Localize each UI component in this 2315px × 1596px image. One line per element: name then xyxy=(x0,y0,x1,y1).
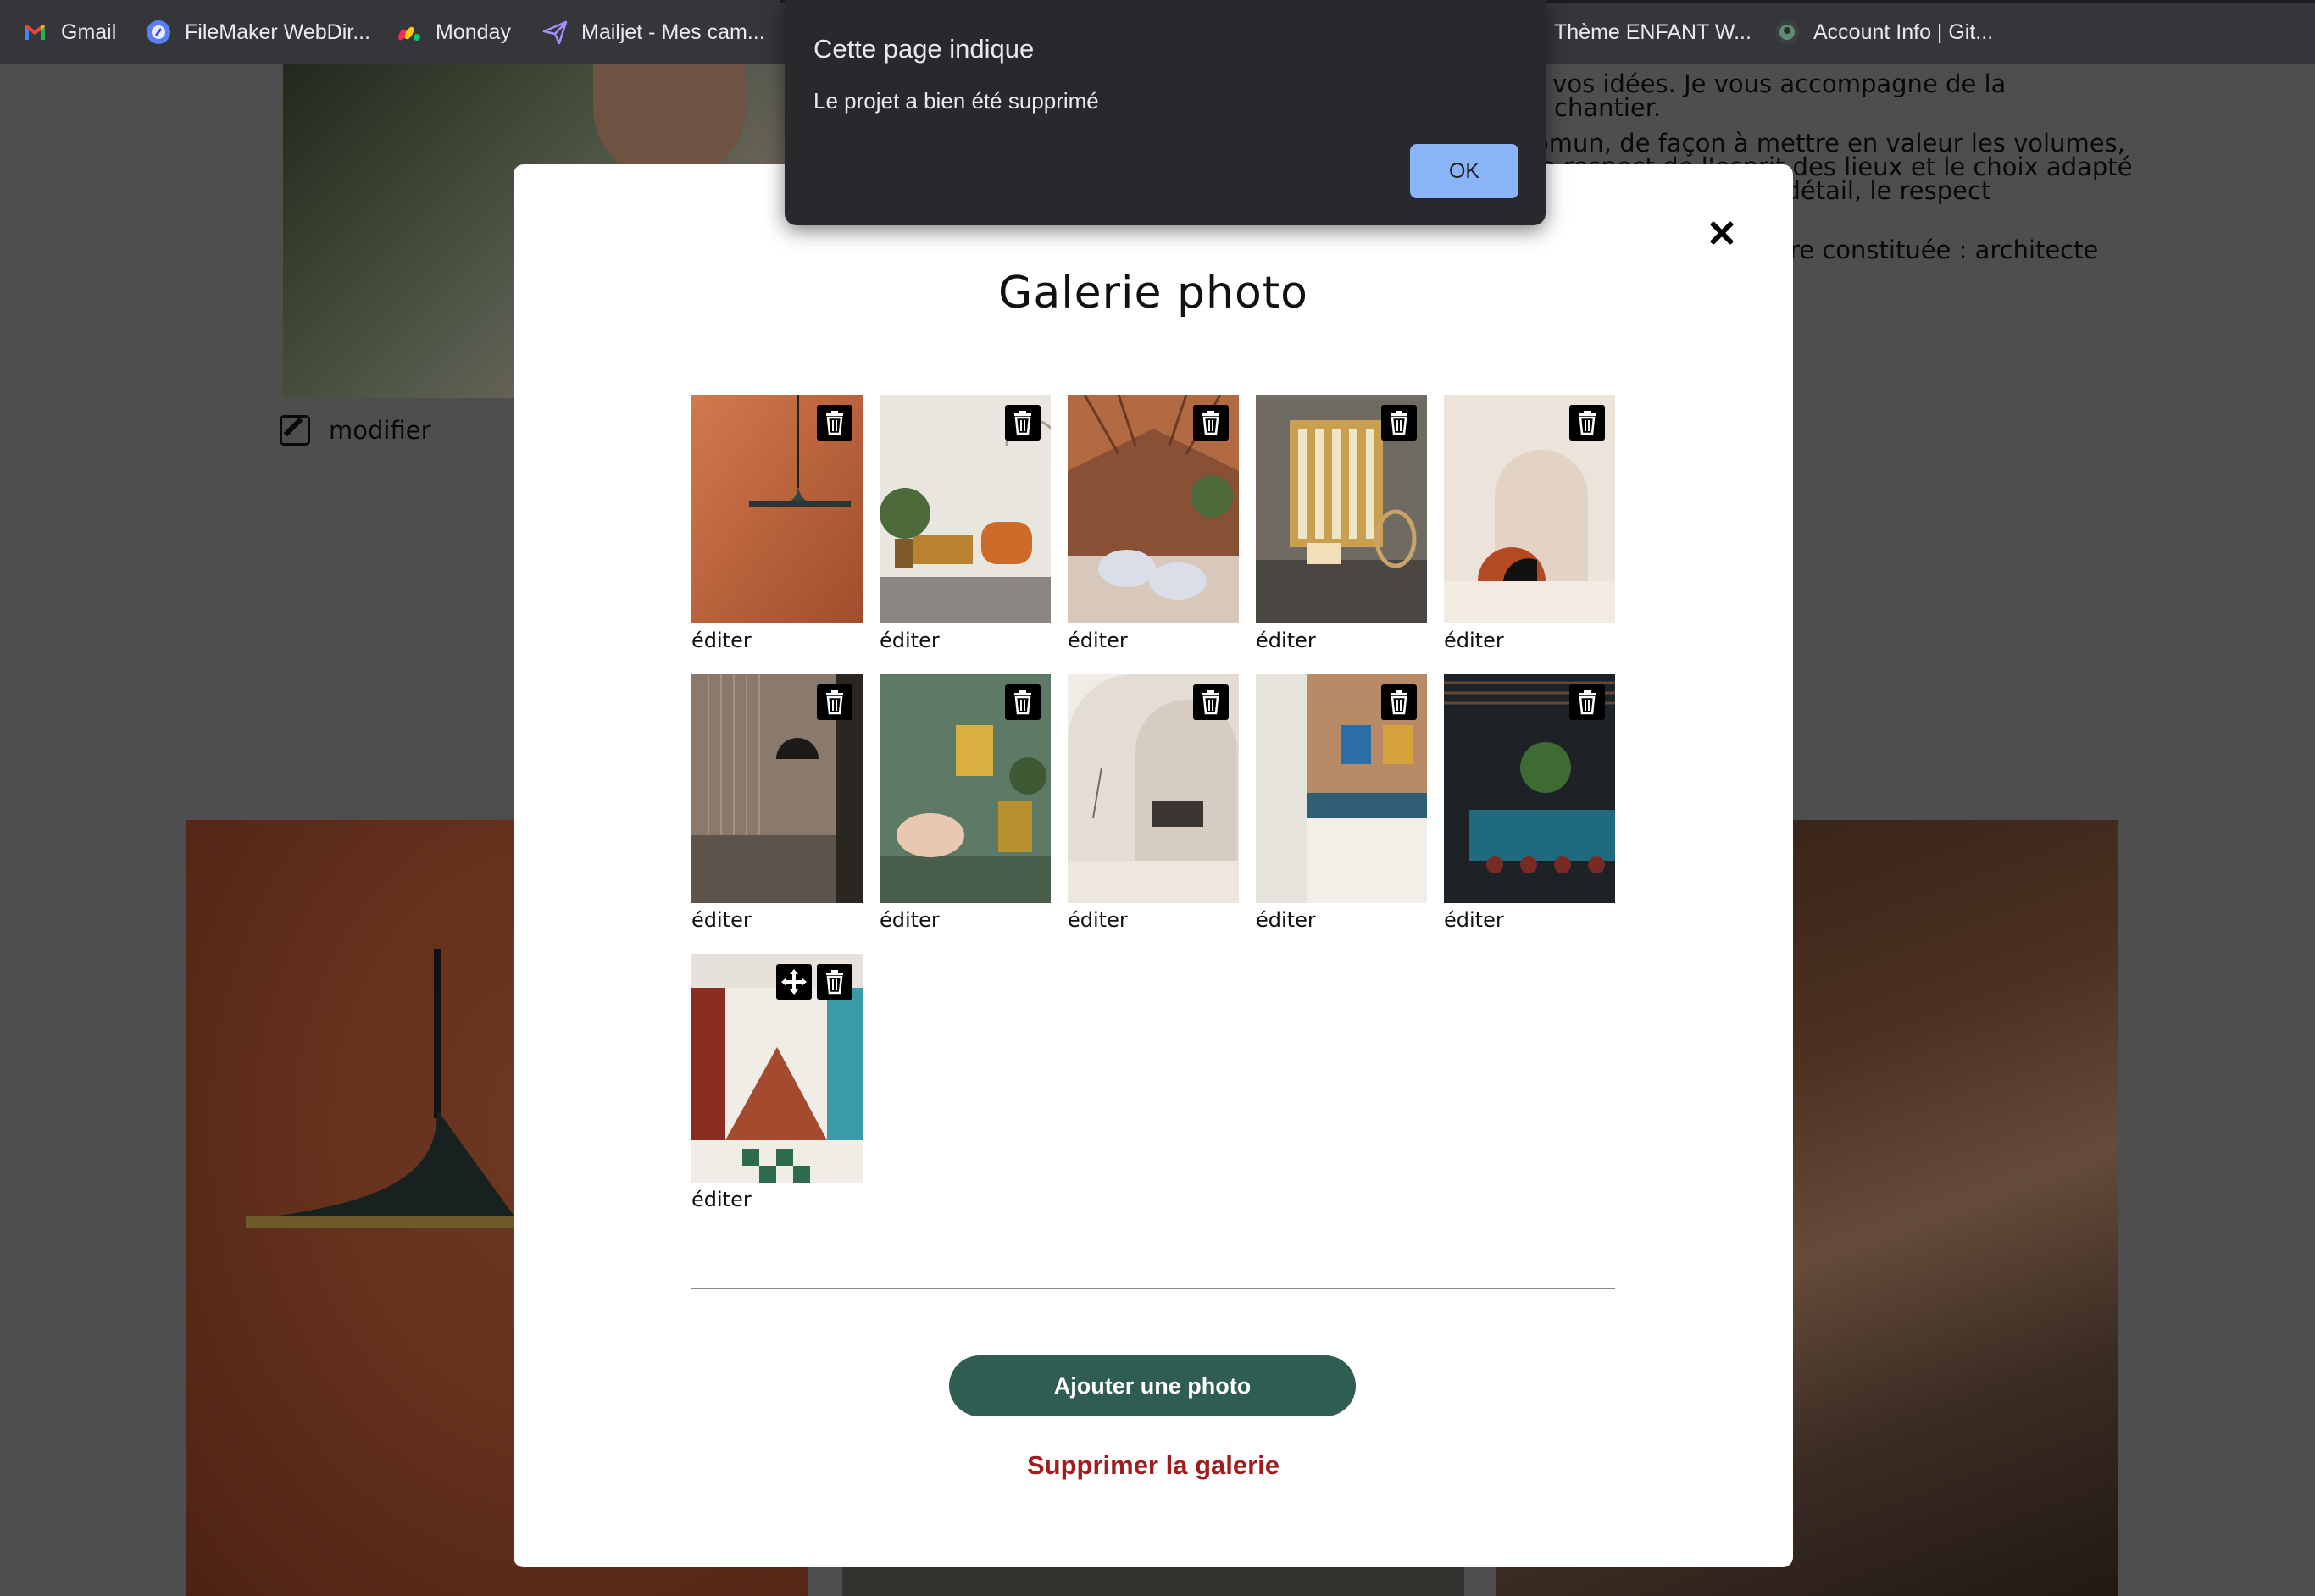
gallery-modal: Galerie photo éditer éditer éditer édite… xyxy=(514,164,1793,1567)
trash-icon[interactable] xyxy=(1193,405,1229,441)
bookmark-label: Thème ENFANT W... xyxy=(1554,19,1752,44)
edit-link[interactable]: éditer xyxy=(691,908,752,932)
bookmark-gmail[interactable]: Gmail xyxy=(22,0,116,64)
trash-icon[interactable] xyxy=(817,405,852,441)
photo-tile[interactable]: éditer xyxy=(691,954,863,1211)
bookmark-label: Mailjet - Mes cam... xyxy=(581,19,765,44)
mailjet-icon xyxy=(542,20,568,45)
photo-tile[interactable]: éditer xyxy=(880,395,1051,652)
alert-message: Le projet a bien été supprimé xyxy=(813,88,1099,114)
photo-tile[interactable]: éditer xyxy=(691,395,863,652)
trash-icon[interactable] xyxy=(817,684,852,720)
edit-link[interactable]: éditer xyxy=(1256,908,1316,932)
edit-link[interactable]: éditer xyxy=(880,629,940,652)
trash-icon[interactable] xyxy=(1381,405,1417,441)
edit-link[interactable]: éditer xyxy=(880,908,940,932)
photo-tile[interactable]: éditer xyxy=(1068,395,1239,652)
alert-ok-button[interactable]: OK xyxy=(1410,144,1518,198)
edit-link[interactable]: éditer xyxy=(691,1188,752,1211)
gmail-icon xyxy=(25,25,45,40)
bookmark-filemaker[interactable]: FileMaker WebDir... xyxy=(146,0,370,64)
trash-icon[interactable] xyxy=(1005,405,1041,441)
edit-link[interactable]: éditer xyxy=(1068,629,1128,652)
edit-link[interactable]: éditer xyxy=(1068,908,1128,932)
modal-divider xyxy=(691,1288,1615,1289)
photo-tile[interactable]: éditer xyxy=(691,674,863,932)
bookmark-account-info[interactable]: Account Info | Git... xyxy=(1774,0,1993,64)
bookmark-label: Monday xyxy=(436,19,511,44)
bookmark-mailjet[interactable]: Mailjet - Mes cam... xyxy=(542,0,765,64)
trash-icon[interactable] xyxy=(1569,684,1605,720)
bookmark-monday[interactable]: Monday xyxy=(397,0,511,64)
edit-link[interactable]: éditer xyxy=(1444,629,1504,652)
trash-icon[interactable] xyxy=(1193,684,1229,720)
photo-tile[interactable]: éditer xyxy=(1256,395,1427,652)
modal-title: Galerie photo xyxy=(998,268,1308,319)
trash-icon[interactable] xyxy=(817,964,852,1000)
edit-link[interactable]: éditer xyxy=(1444,908,1504,932)
photo-tile[interactable]: éditer xyxy=(1444,674,1615,932)
bookmark-label: Account Info | Git... xyxy=(1813,19,1994,44)
alert-dialog: Cette page indique Le projet a bien été … xyxy=(785,0,1546,225)
delete-gallery-link[interactable]: Supprimer la galerie xyxy=(514,1450,1793,1481)
close-icon[interactable] xyxy=(1705,217,1739,251)
add-photo-button[interactable]: Ajouter une photo xyxy=(949,1355,1356,1416)
trash-icon[interactable] xyxy=(1381,684,1417,720)
monday-icon xyxy=(398,26,420,41)
trash-icon[interactable] xyxy=(1569,405,1605,441)
filemaker-icon xyxy=(147,20,170,44)
photo-tile[interactable]: éditer xyxy=(1256,674,1427,932)
move-icon[interactable] xyxy=(776,964,812,1000)
trash-icon[interactable] xyxy=(1005,684,1041,720)
github-icon xyxy=(1775,20,1799,44)
edit-link[interactable]: éditer xyxy=(691,629,752,652)
alert-title: Cette page indique xyxy=(813,34,1035,64)
bookmark-label: Gmail xyxy=(61,19,117,44)
edit-link[interactable]: éditer xyxy=(1256,629,1316,652)
photo-tile[interactable]: éditer xyxy=(1068,674,1239,932)
photo-tile[interactable]: éditer xyxy=(880,674,1051,932)
photo-tile[interactable]: éditer xyxy=(1444,395,1615,652)
bookmark-label: FileMaker WebDir... xyxy=(185,19,371,44)
bookmark-theme-enfant[interactable]: Thème ENFANT W... xyxy=(1554,0,1752,64)
